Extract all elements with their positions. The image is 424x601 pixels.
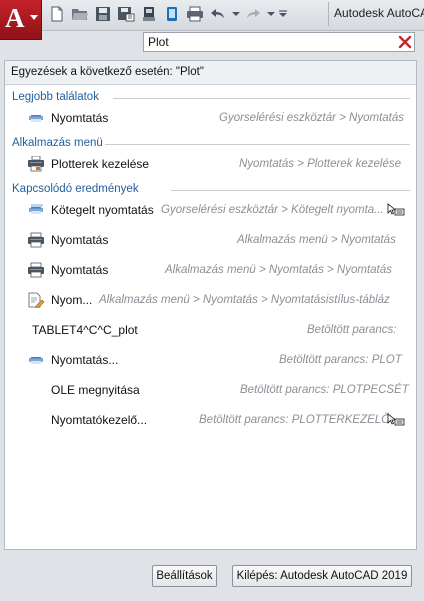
printer-icon bbox=[27, 262, 45, 278]
section-application-menu: Alkalmazás menü bbox=[12, 137, 103, 149]
app-title: Autodesk AutoCAD bbox=[334, 6, 424, 20]
result-row-plot-qat[interactable]: Nyomtatás Gyorselérési eszköztár > Nyomt… bbox=[5, 103, 416, 133]
quick-access-toolbar: Autodesk AutoCAD bbox=[0, 0, 424, 31]
pointer-cursor-icon bbox=[387, 203, 405, 217]
redo-icon[interactable] bbox=[244, 6, 262, 22]
result-name: Plotterek kezelése bbox=[51, 157, 150, 171]
result-path: Betöltött parancs: PLOTTERKEZELŐ bbox=[199, 414, 391, 426]
clear-search-icon[interactable] bbox=[398, 35, 412, 49]
result-row-ole-open[interactable]: OLE megnyitása Betöltött parancs: PLOTPE… bbox=[5, 375, 416, 405]
result-row-plotter-manager[interactable]: Plotterek kezelése Nyomtatás > Plotterek… bbox=[5, 149, 416, 179]
result-path: Gyorselérési eszköztár > Nyomtatás bbox=[219, 112, 405, 124]
quick-access-icons bbox=[48, 5, 291, 23]
result-name: OLE megnyitása bbox=[51, 383, 140, 397]
share-icon[interactable] bbox=[163, 6, 181, 22]
new-icon[interactable] bbox=[48, 6, 66, 22]
publish-icon[interactable] bbox=[140, 6, 158, 22]
autocad-logo-icon: A bbox=[5, 3, 25, 33]
section-related-results: Kapcsolódó eredmények bbox=[12, 183, 139, 195]
result-row-plot-style[interactable]: Nyom... Alkalmazás menü > Nyomtatás > Ny… bbox=[5, 285, 416, 315]
result-path: Alkalmazás menü > Nyomtatás > Nyomtatási… bbox=[99, 294, 390, 306]
batch-plot-icon bbox=[27, 202, 45, 218]
plot-style-icon bbox=[27, 292, 45, 309]
search-input[interactable] bbox=[148, 34, 398, 50]
result-path: Gyorselérési eszköztár > Kötegelt nyomta… bbox=[161, 204, 384, 216]
result-name: Nyomtatás... bbox=[51, 353, 119, 367]
search-box[interactable] bbox=[143, 32, 415, 52]
title-separator bbox=[328, 2, 329, 26]
result-name: Nyomtatókezelő... bbox=[51, 413, 148, 427]
save-as-icon[interactable] bbox=[117, 6, 135, 22]
redo-dropdown-icon[interactable] bbox=[267, 6, 275, 22]
result-path: Nyomtatás > Plotterek kezelése bbox=[239, 158, 402, 170]
section-divider bbox=[171, 190, 410, 191]
result-path: Alkalmazás menü > Nyomtatás > Nyomtatás bbox=[165, 264, 392, 276]
result-path: Betöltött parancs: PLOT bbox=[279, 354, 402, 366]
undo-icon[interactable] bbox=[209, 6, 227, 22]
section-best-results: Legjobb találatok bbox=[12, 91, 99, 103]
section-divider bbox=[113, 98, 410, 99]
result-path: Alkalmazás menü > Nyomtatás bbox=[237, 234, 396, 246]
chevron-down-icon bbox=[30, 15, 38, 20]
plotter-manager-icon bbox=[27, 155, 45, 172]
plot-icon[interactable] bbox=[186, 6, 204, 22]
pointer-cursor-icon bbox=[387, 413, 405, 427]
result-row-print-menu-print[interactable]: Nyomtatás Alkalmazás menü > Nyomtatás > … bbox=[5, 255, 416, 285]
result-row-print-menu[interactable]: Nyomtatás Alkalmazás menü > Nyomtatás bbox=[5, 225, 416, 255]
result-name: Nyomtatás bbox=[51, 233, 109, 247]
application-menu-button[interactable]: A bbox=[0, 0, 42, 40]
result-row-tablet-plot[interactable]: TABLET4^C^C_plot Betöltött parancs: bbox=[5, 315, 416, 345]
result-name: TABLET4^C^C_plot bbox=[32, 323, 138, 337]
save-icon[interactable] bbox=[94, 6, 112, 22]
results-header-text: Egyezések a következő esetén: "Plot" bbox=[11, 66, 204, 78]
result-name: Nyomtatás bbox=[51, 263, 109, 277]
result-name: Kötegelt nyomtatás bbox=[51, 203, 154, 217]
result-path: Betöltött parancs: PLOTPECSÉT bbox=[240, 384, 409, 396]
plot-icon bbox=[27, 110, 45, 126]
result-name: Nyomtatás bbox=[51, 111, 109, 125]
result-row-plot-command[interactable]: Nyomtatás... Betöltött parancs: PLOT bbox=[5, 345, 416, 375]
result-path: Betöltött parancs: bbox=[307, 324, 397, 336]
result-row-batch-plot[interactable]: Kötegelt nyomtatás Gyorselérési eszköztá… bbox=[5, 195, 416, 225]
result-name: Nyom... bbox=[51, 293, 93, 307]
customize-dropdown-icon[interactable] bbox=[279, 6, 287, 22]
plot-icon bbox=[27, 352, 45, 368]
printer-icon bbox=[27, 232, 45, 248]
open-icon[interactable] bbox=[71, 6, 89, 22]
results-header: Egyezések a következő esetén: "Plot" bbox=[5, 61, 416, 85]
exit-autocad-button[interactable]: Kilépés: Autodesk AutoCAD 2019 bbox=[232, 565, 412, 587]
options-button[interactable]: Beállítások bbox=[152, 565, 217, 587]
section-divider bbox=[105, 144, 410, 145]
undo-dropdown-icon[interactable] bbox=[232, 6, 240, 22]
search-results-panel: Egyezések a következő esetén: "Plot" Leg… bbox=[4, 60, 417, 550]
result-row-plotter-manager-command[interactable]: Nyomtatókezelő... Betöltött parancs: PLO… bbox=[5, 405, 416, 435]
